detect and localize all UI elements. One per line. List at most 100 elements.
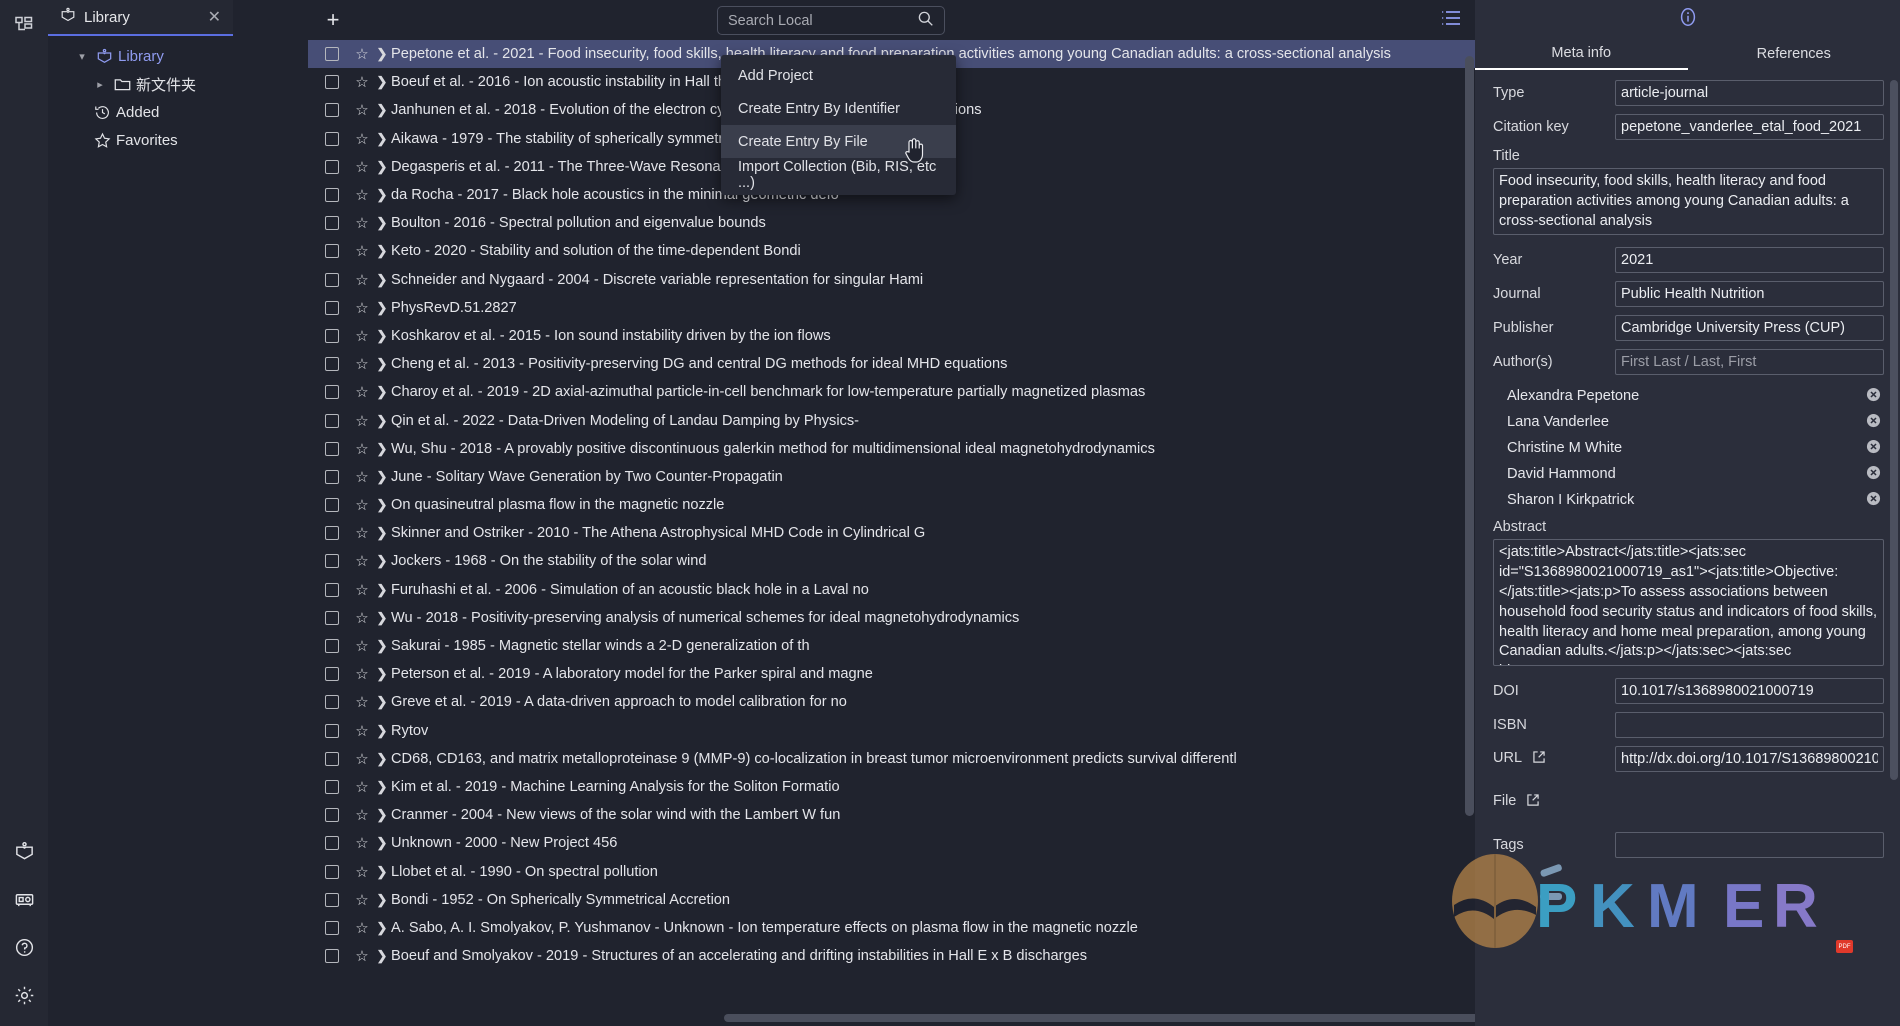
- favorite-star-icon[interactable]: ☆: [351, 355, 373, 373]
- entry-row[interactable]: ☆ ❯ Charoy et al. - 2019 - 2D axial-azimut…: [308, 378, 1475, 406]
- expand-chevron-icon[interactable]: ❯: [373, 272, 391, 288]
- entry-row[interactable]: ☆ ❯ Schneider and Nygaard - 2004 - Discret…: [308, 266, 1475, 294]
- entry-row[interactable]: ☆ ❯ CD68, CD163, and matrix metalloprotein…: [308, 745, 1475, 773]
- external-link-icon[interactable]: [1526, 793, 1540, 811]
- chevron-right-icon[interactable]: ▸: [92, 78, 108, 91]
- favorite-star-icon[interactable]: ☆: [351, 468, 373, 486]
- entry-checkbox[interactable]: [325, 779, 339, 794]
- expand-chevron-icon[interactable]: ❯: [373, 328, 391, 344]
- entry-checkbox[interactable]: [325, 582, 339, 597]
- expand-chevron-icon[interactable]: ❯: [373, 74, 391, 90]
- entry-row[interactable]: ☆ ❯ Cranmer - 2004 - New views of the sola…: [308, 801, 1475, 829]
- help-icon[interactable]: [7, 930, 41, 964]
- favorite-star-icon[interactable]: ☆: [351, 412, 373, 430]
- entry-checkbox[interactable]: [325, 300, 339, 315]
- menu-item[interactable]: Create Entry By File: [721, 125, 956, 158]
- entry-checkbox[interactable]: [325, 272, 339, 287]
- entry-checkbox[interactable]: [325, 554, 339, 569]
- expand-chevron-icon[interactable]: ❯: [373, 497, 391, 513]
- favorite-star-icon[interactable]: ☆: [351, 440, 373, 458]
- sidebar-toggle-icon[interactable]: [7, 8, 41, 42]
- doi-input[interactable]: [1615, 678, 1884, 705]
- entry-row[interactable]: ☆ ❯ Llobet et al. - 1990 - On spectral pol…: [308, 857, 1475, 885]
- expand-chevron-icon[interactable]: ❯: [373, 723, 391, 739]
- expand-chevron-icon[interactable]: ❯: [373, 610, 391, 626]
- tree-item-added[interactable]: Added: [48, 98, 308, 126]
- expand-chevron-icon[interactable]: ❯: [373, 948, 391, 964]
- entry-checkbox[interactable]: [325, 469, 339, 484]
- entry-checkbox[interactable]: [325, 441, 339, 456]
- year-input[interactable]: [1615, 247, 1884, 274]
- remove-author-icon[interactable]: [1866, 413, 1881, 432]
- entry-row[interactable]: ☆ ❯ Cheng et al. - 2013 - Positivity-prese…: [308, 350, 1475, 378]
- expand-chevron-icon[interactable]: ❯: [373, 864, 391, 880]
- expand-chevron-icon[interactable]: ❯: [373, 666, 391, 682]
- entry-row[interactable]: ☆ ❯ Boeuf and Smolyakov - 2019 - Structure…: [308, 942, 1475, 970]
- favorite-star-icon[interactable]: ☆: [351, 552, 373, 570]
- entry-row[interactable]: ☆ ❯ PhysRevD.51.2827: [308, 294, 1475, 322]
- list-vertical-scrollbar[interactable]: [1465, 56, 1474, 816]
- expand-chevron-icon[interactable]: ❯: [373, 779, 391, 795]
- entry-checkbox[interactable]: [325, 216, 339, 231]
- tree-item-favorites[interactable]: Favorites: [48, 126, 308, 154]
- meta-panel-scrollbar[interactable]: [1890, 80, 1898, 780]
- entry-checkbox[interactable]: [325, 667, 339, 682]
- entry-row[interactable]: ☆ ❯ June - Solitary Wave Generation by Two…: [308, 463, 1475, 491]
- entry-checkbox[interactable]: [325, 751, 339, 766]
- entry-row[interactable]: ☆ ❯ A. Sabo, A. I. Smolyakov, P. Yushmanov…: [308, 914, 1475, 942]
- favorite-star-icon[interactable]: ☆: [351, 299, 373, 317]
- entry-checkbox[interactable]: [325, 498, 339, 513]
- entry-row[interactable]: ☆ ❯ Sakurai - 1985 - Magnetic stellar wind…: [308, 632, 1475, 660]
- entry-checkbox[interactable]: [325, 188, 339, 203]
- favorite-star-icon[interactable]: ☆: [351, 271, 373, 289]
- info-icon[interactable]: [1677, 6, 1699, 33]
- expand-chevron-icon[interactable]: ❯: [373, 384, 391, 400]
- entry-checkbox[interactable]: [325, 103, 339, 118]
- entry-checkbox[interactable]: [325, 808, 339, 823]
- url-input[interactable]: [1615, 746, 1884, 773]
- journal-input[interactable]: [1615, 281, 1884, 308]
- search-icon[interactable]: [917, 10, 934, 32]
- remove-author-icon[interactable]: [1866, 491, 1881, 510]
- add-dropdown-menu[interactable]: Add Project Create Entry By Identifier Cre…: [721, 55, 956, 195]
- entry-checkbox[interactable]: [325, 413, 339, 428]
- entry-row[interactable]: ☆ ❯ Wu, Shu - 2018 - A provably positive d…: [308, 435, 1475, 463]
- favorite-star-icon[interactable]: ☆: [351, 834, 373, 852]
- favorite-star-icon[interactable]: ☆: [351, 186, 373, 204]
- search-box[interactable]: [717, 6, 945, 35]
- entry-row[interactable]: ☆ ❯ Furuhashi et al. - 2006 - Simulation o…: [308, 576, 1475, 604]
- chevron-down-icon[interactable]: ▾: [74, 50, 90, 63]
- favorite-star-icon[interactable]: ☆: [351, 609, 373, 627]
- entry-checkbox[interactable]: [325, 949, 339, 964]
- entry-row[interactable]: ☆ ❯ Greve et al. - 2019 - A data-driven ap…: [308, 688, 1475, 716]
- abstract-textarea[interactable]: [1493, 539, 1884, 667]
- entry-row[interactable]: ☆ ❯ Jockers - 1968 - On the stability of t…: [308, 547, 1475, 575]
- expand-chevron-icon[interactable]: ❯: [373, 243, 391, 259]
- expand-chevron-icon[interactable]: ❯: [373, 46, 391, 62]
- isbn-input[interactable]: [1615, 712, 1884, 739]
- entry-row[interactable]: ☆ ❯ Boulton - 2016 - Spectral pollution an…: [308, 209, 1475, 237]
- favorite-star-icon[interactable]: ☆: [351, 496, 373, 514]
- entry-row[interactable]: ☆ ❯ Wu - 2018 - Positivity-preserving anal…: [308, 604, 1475, 632]
- favorite-star-icon[interactable]: ☆: [351, 891, 373, 909]
- entry-row[interactable]: ☆ ❯ Rytov: [308, 717, 1475, 745]
- expand-chevron-icon[interactable]: ❯: [373, 441, 391, 457]
- expand-chevron-icon[interactable]: ❯: [373, 582, 391, 598]
- title-textarea[interactable]: [1493, 168, 1884, 236]
- entry-checkbox[interactable]: [325, 610, 339, 625]
- tree-item-library[interactable]: ▾ Library: [48, 42, 308, 70]
- expand-chevron-icon[interactable]: ❯: [373, 807, 391, 823]
- entry-checkbox[interactable]: [325, 159, 339, 174]
- favorite-star-icon[interactable]: ☆: [351, 947, 373, 965]
- favorite-star-icon[interactable]: ☆: [351, 327, 373, 345]
- expand-chevron-icon[interactable]: ❯: [373, 638, 391, 654]
- remove-author-icon[interactable]: [1866, 439, 1881, 458]
- menu-item[interactable]: Import Collection (Bib, RIS, etc ...): [721, 158, 956, 191]
- entry-row[interactable]: ☆ ❯ Skinner and Ostriker - 2010 - The Athe…: [308, 519, 1475, 547]
- favorite-star-icon[interactable]: ☆: [351, 242, 373, 260]
- favorite-star-icon[interactable]: ☆: [351, 750, 373, 768]
- entry-checkbox[interactable]: [325, 836, 339, 851]
- entry-checkbox[interactable]: [325, 244, 339, 259]
- entry-checkbox[interactable]: [325, 892, 339, 907]
- entry-checkbox[interactable]: [325, 75, 339, 90]
